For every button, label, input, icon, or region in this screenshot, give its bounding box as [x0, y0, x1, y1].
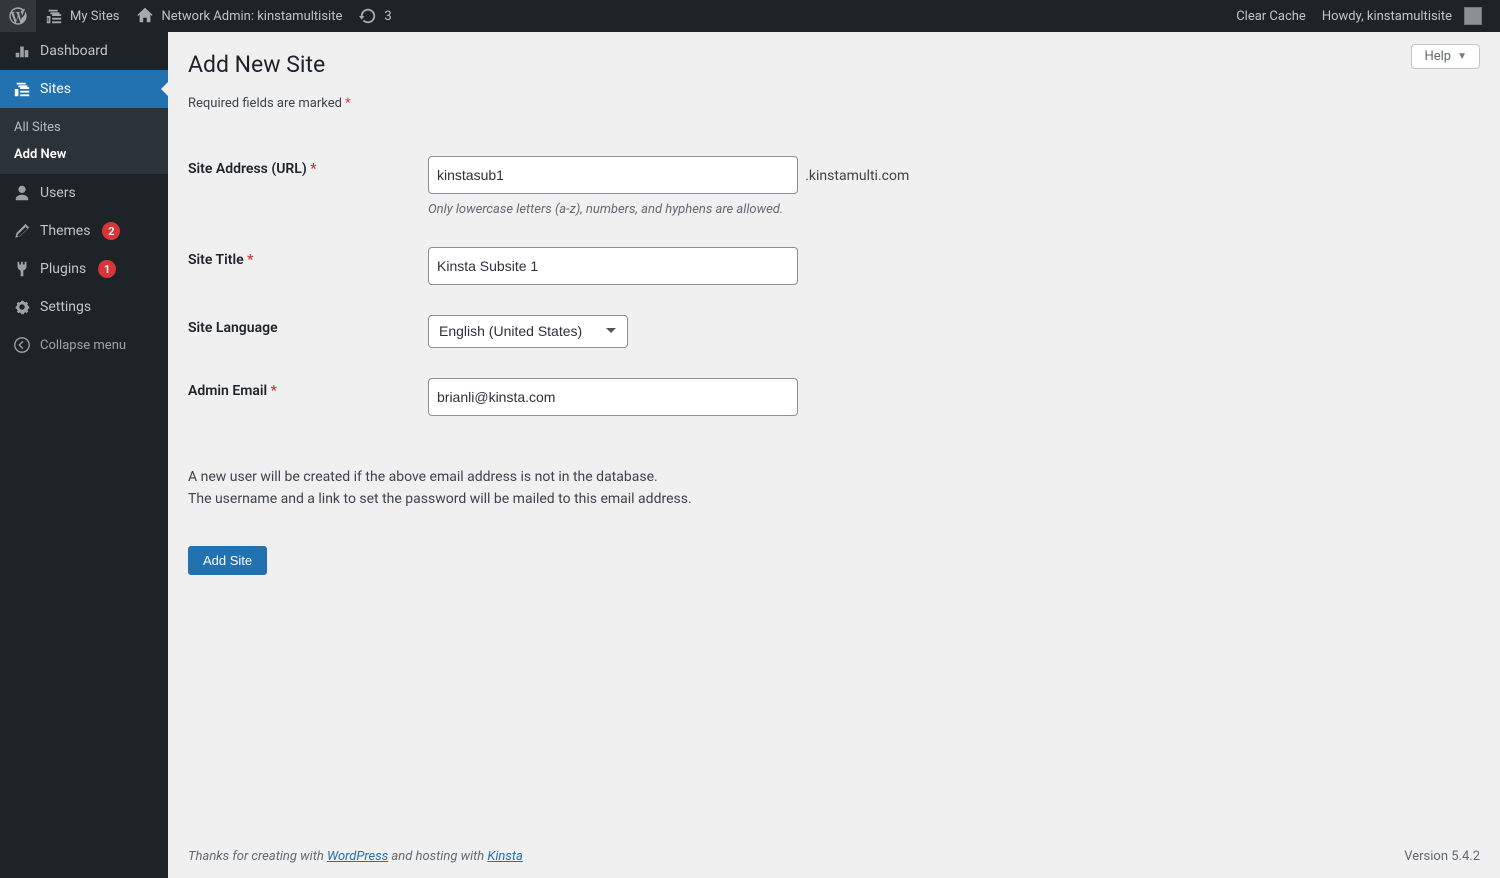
submenu-item-all-sites[interactable]: All Sites: [0, 114, 168, 141]
site-title-label: Site Title *: [188, 232, 418, 300]
howdy-label: Howdy, kinstamultisite: [1322, 9, 1452, 24]
updates-count: 3: [384, 9, 391, 24]
footer-credits: Thanks for creating with WordPress and h…: [188, 849, 523, 864]
submenu-item-add-new[interactable]: Add New: [0, 141, 168, 168]
info-block: A new user will be created if the above …: [188, 466, 1480, 511]
settings-label: Settings: [40, 299, 91, 315]
updates-menu[interactable]: 3: [350, 0, 399, 32]
plugins-icon: [12, 259, 32, 279]
plugins-label: Plugins: [40, 261, 86, 277]
themes-badge: 2: [102, 222, 120, 240]
version-label: Version 5.4.2: [1404, 849, 1480, 864]
themes-icon: [12, 221, 32, 241]
site-language-label: Site Language: [188, 300, 418, 363]
collapse-icon: [12, 335, 32, 355]
add-site-form: Site Address (URL) * .kinstamulti.com On…: [188, 141, 1480, 431]
wp-logo-menu[interactable]: [0, 0, 36, 32]
page-title: Add New Site: [188, 51, 1480, 78]
collapse-label: Collapse menu: [40, 338, 126, 353]
sidebar-item-themes[interactable]: Themes 2: [0, 212, 168, 250]
help-tab[interactable]: Help ▼: [1411, 44, 1480, 69]
site-address-input[interactable]: [428, 156, 798, 194]
sidebar-item-sites[interactable]: Sites: [0, 70, 168, 108]
home-icon: [135, 6, 155, 26]
users-icon: [12, 183, 32, 203]
info-line-1: A new user will be created if the above …: [188, 466, 1480, 488]
admin-email-input[interactable]: [428, 378, 798, 416]
my-sites-menu[interactable]: My Sites: [36, 0, 127, 32]
plugins-badge: 1: [98, 260, 116, 278]
admin-sidebar: Dashboard Sites All Sites Add New Users …: [0, 32, 168, 878]
sites-submenu: All Sites Add New: [0, 108, 168, 174]
sidebar-item-dashboard[interactable]: Dashboard: [0, 32, 168, 70]
sites-icon: [12, 79, 32, 99]
network-admin-menu[interactable]: Network Admin: kinstamultisite: [127, 0, 350, 32]
sites-label: Sites: [40, 81, 71, 97]
sidebar-item-users[interactable]: Users: [0, 174, 168, 212]
wordpress-icon: [8, 6, 28, 26]
required-note-text: Required fields are marked: [188, 96, 345, 111]
main-content: Help ▼ Add New Site Required fields are …: [168, 32, 1500, 878]
required-note: Required fields are marked *: [188, 96, 1480, 111]
kinsta-link[interactable]: Kinsta: [487, 849, 522, 864]
account-menu[interactable]: Howdy, kinstamultisite: [1314, 0, 1490, 32]
add-site-button[interactable]: Add Site: [188, 546, 267, 575]
my-sites-label: My Sites: [70, 9, 119, 24]
admin-bar: My Sites Network Admin: kinstamultisite …: [0, 0, 1500, 32]
clear-cache-label: Clear Cache: [1236, 9, 1306, 24]
collapse-menu[interactable]: Collapse menu: [0, 326, 168, 364]
domain-suffix: .kinstamulti.com: [805, 168, 909, 184]
dashboard-icon: [12, 41, 32, 61]
users-label: Users: [40, 185, 76, 201]
themes-label: Themes: [40, 223, 90, 239]
avatar: [1464, 7, 1482, 25]
site-address-desc: Only lowercase letters (a-z), numbers, a…: [428, 202, 1470, 217]
chevron-down-icon: ▼: [1457, 51, 1467, 62]
updates-icon: [358, 6, 378, 26]
network-admin-label: Network Admin: kinstamultisite: [161, 9, 342, 24]
help-label: Help: [1424, 49, 1451, 64]
footer: Thanks for creating with WordPress and h…: [168, 835, 1500, 878]
settings-icon: [12, 297, 32, 317]
site-title-input[interactable]: [428, 247, 798, 285]
sites-icon: [44, 6, 64, 26]
required-mark: *: [345, 96, 351, 111]
sidebar-item-settings[interactable]: Settings: [0, 288, 168, 326]
wordpress-link[interactable]: WordPress: [327, 849, 388, 864]
site-language-select[interactable]: English (United States): [428, 315, 628, 348]
sidebar-item-plugins[interactable]: Plugins 1: [0, 250, 168, 288]
dashboard-label: Dashboard: [40, 43, 108, 59]
site-address-label: Site Address (URL) *: [188, 141, 418, 232]
admin-email-label: Admin Email *: [188, 363, 418, 431]
info-line-2: The username and a link to set the passw…: [188, 488, 1480, 510]
clear-cache-link[interactable]: Clear Cache: [1228, 0, 1314, 32]
